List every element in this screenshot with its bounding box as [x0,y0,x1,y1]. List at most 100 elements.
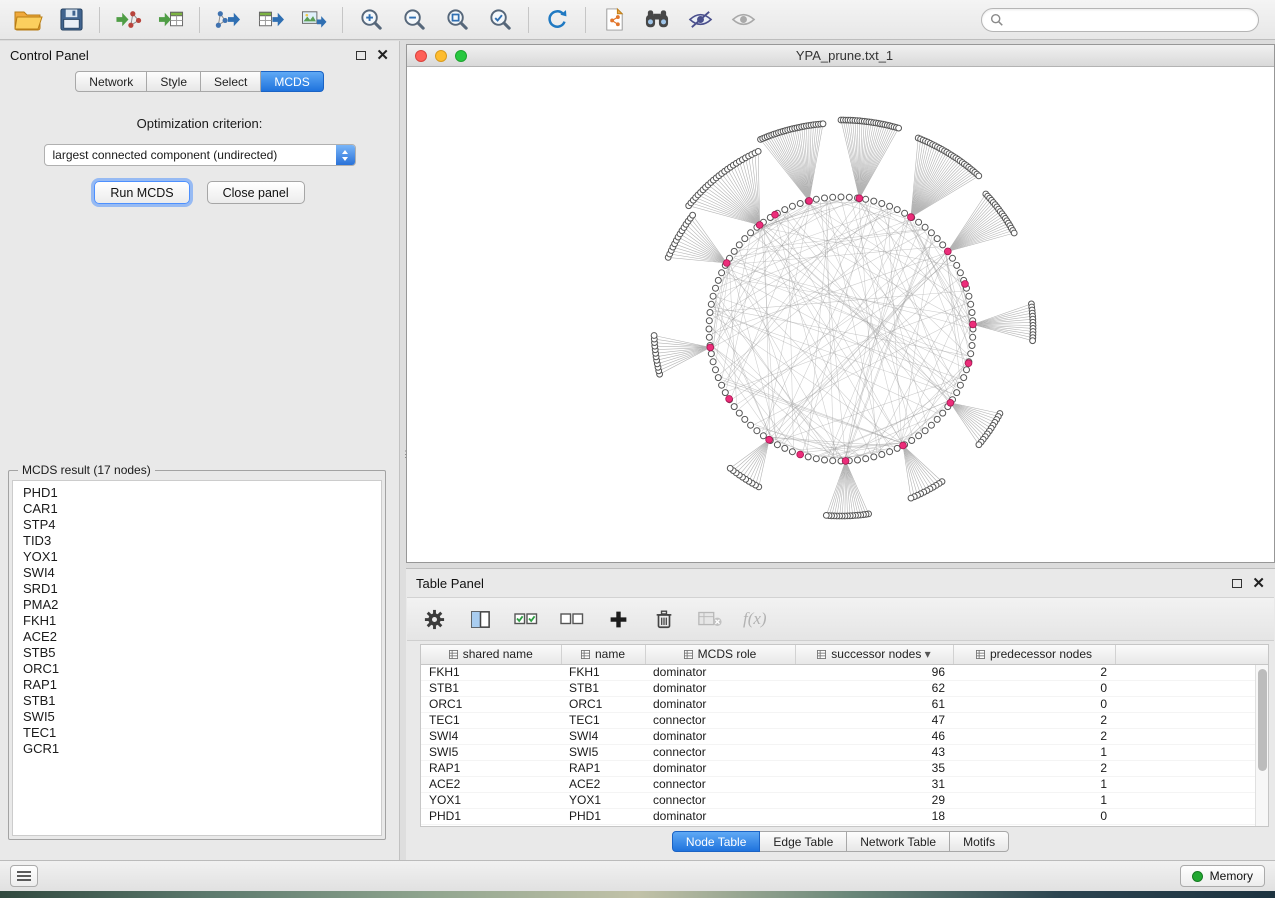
criterion-value: largest connected component (undirected) [45,148,336,162]
export-image-icon[interactable] [296,5,332,35]
refresh-icon[interactable] [539,5,575,35]
list-item[interactable]: TID3 [23,533,371,549]
import-network-icon[interactable] [110,5,146,35]
tab-motifs[interactable]: Motifs [950,831,1009,852]
column-header-filler [1115,645,1268,664]
column-header-name[interactable]: name [561,645,645,664]
export-table-icon[interactable] [253,5,289,35]
list-item[interactable]: RAP1 [23,677,371,693]
control-panel: Control Panel ✕ Network Style Select MCD… [0,41,400,860]
table-toolbar: f(x) [407,597,1274,641]
tab-style[interactable]: Style [147,71,201,92]
zoom-selected-icon[interactable] [482,5,518,35]
list-item[interactable]: STB5 [23,645,371,661]
column-header-successor-nodes[interactable]: successor nodes ▾ [795,645,953,664]
table-row[interactable]: SWI5SWI5connector431 [421,744,1268,760]
table-row[interactable]: TEC1TEC1connector472 [421,712,1268,728]
minimize-window-icon[interactable] [435,50,447,62]
column-header-shared-name[interactable]: shared name [421,645,561,664]
tab-network-table[interactable]: Network Table [847,831,950,852]
main-toolbar [0,0,1275,40]
list-item[interactable]: CAR1 [23,501,371,517]
export-network-icon[interactable] [210,5,246,35]
column-header-mcds-role[interactable]: MCDS role [645,645,795,664]
hide-eye-icon[interactable] [682,5,718,35]
table-row[interactable]: STB1STB1dominator620 [421,680,1268,696]
list-item[interactable]: PHD1 [23,485,371,501]
tab-network[interactable]: Network [75,71,147,92]
save-icon[interactable] [53,5,89,35]
scrollbar-thumb[interactable] [1258,669,1267,771]
tab-edge-table[interactable]: Edge Table [760,831,847,852]
list-item[interactable]: ORC1 [23,661,371,677]
list-item[interactable]: STP4 [23,517,371,533]
close-panel-button[interactable]: Close panel [207,181,305,204]
control-panel-header: Control Panel ✕ [0,41,399,69]
list-item[interactable]: SWI4 [23,565,371,581]
float-panel-icon[interactable] [356,51,366,60]
criterion-dropdown[interactable]: largest connected component (undirected) [44,144,356,166]
search-input[interactable] [1010,12,1250,28]
table-row[interactable]: YOX1YOX1connector291 [421,792,1268,808]
function-builder-icon-disabled: f(x) [743,609,767,629]
find-binoculars-icon[interactable] [639,5,675,35]
table-row[interactable]: SWI4SWI4dominator462 [421,728,1268,744]
list-item[interactable]: GCR1 [23,741,371,757]
close-panel-icon[interactable]: ✕ [376,48,389,63]
zoom-fit-icon[interactable] [439,5,475,35]
mcds-result-title: MCDS result (17 nodes) [18,463,155,477]
list-item[interactable]: ACE2 [23,629,371,645]
zoom-in-icon[interactable] [353,5,389,35]
add-column-plus-icon[interactable] [605,606,631,632]
deselect-all-icon[interactable] [559,606,585,632]
tab-select[interactable]: Select [201,71,261,92]
table-row[interactable]: RAP1RAP1dominator352 [421,760,1268,776]
list-item[interactable]: TEC1 [23,725,371,741]
search-box[interactable] [981,8,1259,32]
share-document-icon[interactable] [596,5,632,35]
list-item[interactable]: PMA2 [23,597,371,613]
column-type-icon [684,648,693,662]
table-row[interactable]: PHD1PHD1dominator180 [421,808,1268,824]
close-window-icon[interactable] [415,50,427,62]
network-window-titlebar[interactable]: YPA_prune.txt_1 [407,45,1274,67]
zoom-out-icon[interactable] [396,5,432,35]
memory-label: Memory [1210,869,1253,883]
desktop-wallpaper-strip [0,891,1275,898]
column-type-icon [976,648,985,662]
close-table-panel-icon[interactable]: ✕ [1252,576,1265,591]
float-table-panel-icon[interactable] [1232,579,1242,588]
memory-button[interactable]: Memory [1180,865,1265,887]
network-graph[interactable] [407,67,1274,562]
select-all-icon[interactable] [513,606,539,632]
open-folder-icon[interactable] [10,5,46,35]
table-row[interactable]: ACE2ACE2connector311 [421,776,1268,792]
list-item[interactable]: SRD1 [23,581,371,597]
table-row[interactable]: ORC1ORC1dominator610 [421,696,1268,712]
column-header-predecessor-nodes[interactable]: predecessor nodes [953,645,1115,664]
table-row[interactable]: FKH1FKH1dominator962 [421,664,1268,680]
table-settings-gear-icon[interactable] [421,606,447,632]
tab-mcds[interactable]: MCDS [261,71,323,92]
network-canvas[interactable] [407,67,1274,562]
list-item[interactable]: STB1 [23,693,371,709]
clear-table-icon-disabled [697,606,723,632]
column-type-icon [817,648,826,662]
show-eye-icon[interactable] [725,5,761,35]
maximize-window-icon[interactable] [455,50,467,62]
toolbar-separator [585,7,586,33]
task-history-icon[interactable] [10,865,38,887]
import-table-icon[interactable] [153,5,189,35]
list-item[interactable]: SWI5 [23,709,371,725]
run-mcds-button[interactable]: Run MCDS [94,181,189,204]
control-panel-tabs: Network Style Select MCDS [0,71,399,92]
list-item[interactable]: YOX1 [23,549,371,565]
status-bar: Memory [0,860,1275,891]
tab-node-table[interactable]: Node Table [672,831,761,852]
show-columns-icon[interactable] [467,606,493,632]
delete-column-trash-icon[interactable] [651,606,677,632]
table-panel-title: Table Panel [416,576,484,591]
mcds-result-list[interactable]: PHD1 CAR1 STP4 TID3 YOX1 SWI4 SRD1 PMA2 … [12,480,382,836]
list-item[interactable]: FKH1 [23,613,371,629]
table-scrollbar[interactable] [1255,665,1268,826]
